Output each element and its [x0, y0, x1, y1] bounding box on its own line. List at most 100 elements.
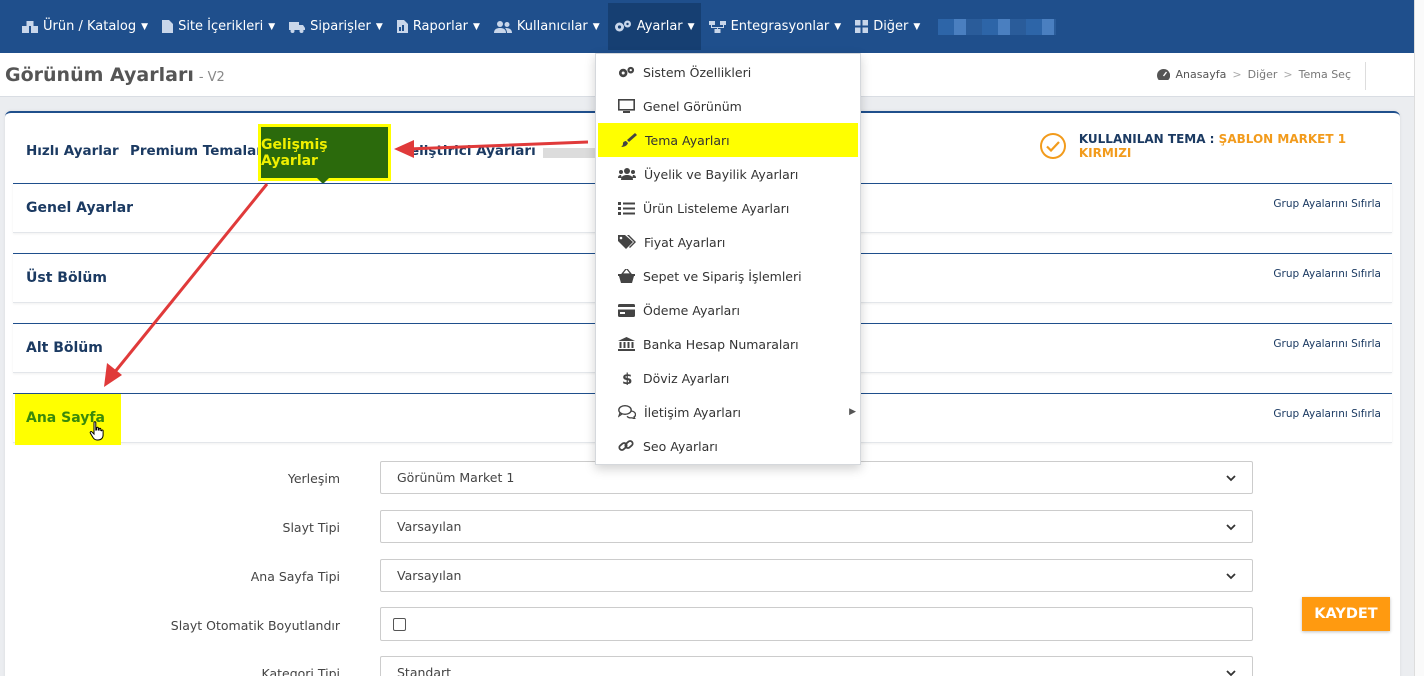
nav-urun-katalog[interactable]: Ürün / Katalog ▼	[16, 3, 154, 50]
bank-icon	[618, 337, 635, 351]
truck-icon	[289, 21, 306, 33]
page-title: Görünüm Ayarları - V2	[5, 64, 225, 86]
menu-item-label: Sistem Özellikleri	[643, 64, 752, 80]
tab-hizli-ayarlar[interactable]: Hızlı Ayarlar	[26, 143, 119, 159]
reset-group-link[interactable]: Grup Ayalarını Sıfırla	[1273, 408, 1381, 420]
top-navigation: Ürün / Katalog ▼ Site İçerikleri ▼ Sipariş…	[0, 0, 1414, 53]
menu-item-label: Ödeme Ayarları	[643, 302, 740, 318]
menu-item-banka-hesap[interactable]: Banka Hesap Numaraları	[596, 327, 860, 361]
nav-siparisler[interactable]: Siparişler ▼	[283, 3, 389, 50]
caret-down-icon: ▼	[913, 21, 921, 32]
slider-type-label: Slayt Tipi	[282, 520, 340, 535]
breadcrumb-diger[interactable]: Diğer	[1248, 68, 1278, 81]
nav-label: Kullanıcılar	[516, 19, 588, 34]
menu-item-seo-ayarlari[interactable]: Seo Ayarları	[596, 429, 860, 463]
menu-item-label: Döviz Ayarları	[643, 370, 730, 386]
menu-item-tema-ayarlari[interactable]: Tema Ayarları	[598, 123, 858, 157]
page-title-text: Görünüm Ayarları	[5, 64, 194, 86]
reset-group-link[interactable]: Grup Ayalarını Sıfırla	[1273, 338, 1381, 350]
menu-item-label: Üyelik ve Bayilik Ayarları	[644, 166, 799, 182]
report-icon	[396, 20, 408, 33]
slider-autosize-checkbox[interactable]	[393, 618, 406, 631]
nav-kullanicilar[interactable]: Kullanıcılar ▼	[488, 3, 606, 50]
window-scrollbar[interactable]	[1414, 0, 1424, 676]
credit-card-icon	[618, 303, 635, 317]
link-icon	[618, 440, 634, 451]
breadcrumb-separator: >	[1283, 68, 1293, 81]
menu-item-urun-listeleme[interactable]: Ürün Listeleme Ayarları	[596, 191, 860, 225]
menu-item-sistem-ozellikleri[interactable]: Sistem Özellikleri	[596, 55, 860, 89]
menu-item-sepet-siparis[interactable]: Sepet ve Sipariş İşlemleri	[596, 259, 860, 293]
breadcrumb-home[interactable]: Anasayfa	[1176, 68, 1227, 81]
menu-item-genel-gorunum[interactable]: Genel Görünüm	[596, 89, 860, 123]
nav-ayarlar[interactable]: Ayarlar ▼	[607, 3, 701, 50]
cubes-icon	[22, 20, 38, 33]
menu-item-fiyat-ayarlari[interactable]: Fiyat Ayarları	[596, 225, 860, 259]
caret-down-icon: ▼	[473, 21, 480, 32]
nav-entegrasyonlar[interactable]: Entegrasyonlar ▼	[703, 3, 848, 50]
layout-select-value: Görünüm Market 1	[397, 470, 515, 485]
ayarlar-dropdown-menu: Sistem Özellikleri Genel Görünüm Tema Ay…	[595, 53, 861, 465]
slider-autosize-field	[380, 607, 1253, 641]
caret-down-icon: ▼	[834, 21, 842, 32]
grid-icon	[855, 20, 869, 33]
monitor-icon	[618, 99, 635, 113]
hand-cursor-icon	[89, 421, 104, 441]
dollar-icon: $	[622, 371, 632, 385]
nav-site-icerikleri[interactable]: Site İçerikleri ▼	[156, 3, 281, 50]
dashboard-icon	[1156, 69, 1170, 80]
home-type-select-value: Varsayılan	[397, 568, 462, 583]
nav-diger[interactable]: Diğer ▼	[849, 3, 926, 50]
layout-select[interactable]: Görünüm Market 1	[380, 461, 1253, 494]
save-button[interactable]: KAYDET	[1302, 597, 1390, 631]
section-title: Üst Bölüm	[26, 270, 107, 286]
menu-item-label: İletişim Ayarları	[644, 404, 742, 420]
category-type-select-value: Standart	[397, 665, 452, 676]
caret-down-icon: ▼	[592, 21, 600, 32]
menu-item-odeme-ayarlari[interactable]: Ödeme Ayarları	[596, 293, 860, 327]
current-theme: KULLANILAN TEMA : ŞABLON MARKET 1 KIRMIZ…	[1040, 132, 1400, 160]
nav-label: Entegrasyonlar	[730, 19, 830, 34]
brush-icon	[621, 133, 637, 147]
nav-raporlar[interactable]: Raporlar ▼	[391, 3, 486, 50]
blurred-tab	[543, 148, 597, 158]
layout-label: Yerleşim	[287, 471, 340, 486]
sitemap-icon	[708, 20, 726, 33]
menu-item-label: Ürün Listeleme Ayarları	[643, 200, 790, 216]
tags-icon	[618, 235, 636, 249]
nav-label: Site İçerikleri	[178, 19, 264, 34]
gears-icon	[614, 20, 631, 32]
chevron-down-icon	[1226, 665, 1236, 676]
reset-group-link[interactable]: Grup Ayalarını Sıfırla	[1273, 198, 1381, 210]
menu-item-label: Fiyat Ayarları	[644, 234, 726, 250]
section-title: Ana Sayfa	[15, 394, 121, 445]
nav-label: Ürün / Katalog	[43, 19, 137, 34]
menu-item-doviz-ayarlari[interactable]: $ Döviz Ayarları	[596, 361, 860, 395]
reset-group-link[interactable]: Grup Ayalarını Sıfırla	[1273, 268, 1381, 280]
nav-label: Siparişler	[310, 19, 371, 34]
caret-down-icon: ▼	[687, 21, 695, 32]
slider-type-select-value: Varsayılan	[397, 519, 462, 534]
users-icon	[618, 168, 636, 180]
blurred-user-area	[938, 18, 1057, 35]
breadcrumb-current: Tema Seç	[1298, 68, 1351, 81]
breadcrumb: Anasayfa > Diğer > Tema Seç	[1156, 68, 1351, 81]
category-type-label: Kategori Tipi	[261, 666, 340, 676]
current-theme-label: KULLANILAN TEMA :	[1078, 132, 1215, 146]
slider-type-select[interactable]: Varsayılan	[380, 510, 1253, 543]
nav-label: Ayarlar	[636, 19, 683, 34]
tab-premium-temalar[interactable]: Premium Temalar	[130, 143, 263, 159]
menu-item-uyelik-bayilik[interactable]: Üyelik ve Bayilik Ayarları	[596, 157, 860, 191]
menu-item-label: Banka Hesap Numaraları	[643, 336, 799, 352]
nav-label: Diğer	[873, 19, 909, 34]
tab-gelistirici-ayarlari[interactable]: eliştirici Ayarları	[410, 143, 536, 159]
svg-text:$: $	[622, 371, 632, 385]
menu-item-iletisim-ayarlari[interactable]: İletişim Ayarları ▶	[596, 395, 860, 429]
basket-icon	[618, 269, 635, 283]
slider-autosize-label: Slayt Otomatik Boyutlandır	[170, 618, 340, 633]
header-divider	[1365, 62, 1366, 90]
tab-gelismis-ayarlar[interactable]: Gelişmiş Ayarlar	[258, 124, 391, 184]
home-type-select[interactable]: Varsayılan	[380, 559, 1253, 592]
caret-down-icon: ▼	[141, 21, 149, 32]
category-type-select[interactable]: Standart	[380, 656, 1253, 676]
